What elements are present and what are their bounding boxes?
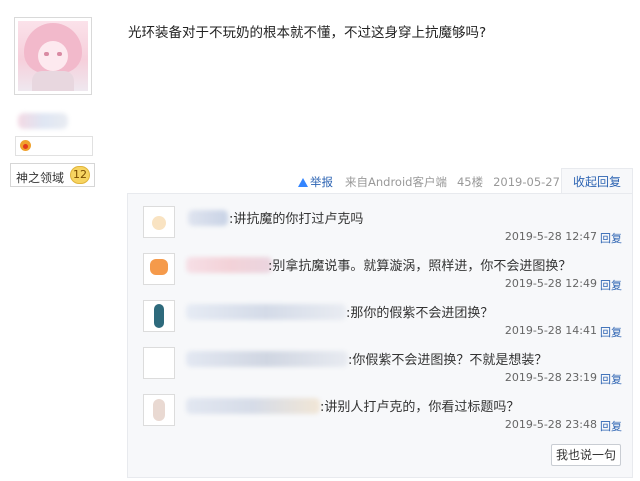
reply-text: :别拿抗魔说事。就算漩涡，照样进，你不会进图换？ <box>268 259 572 274</box>
blurred-username <box>186 257 272 273</box>
blurred-username <box>186 304 346 320</box>
user-panel: 神之领域 12 <box>0 0 100 481</box>
reply-text: :讲别人打卢克的，你看过标题吗？ <box>320 400 520 415</box>
reply-text: :你假紫不会进图换？不就是想装？ <box>348 353 548 368</box>
reply-avatar[interactable] <box>143 394 175 426</box>
avatar-image <box>18 21 88 91</box>
list-item: :别拿抗魔说事。就算漩涡，照样进，你不会进图换？ 2019-5-28 12:49… <box>128 241 634 292</box>
reply-link[interactable]: 回复 <box>600 418 622 434</box>
post-meta: 举报 来自Android客户端 45楼 2019-05-27 20:49 <box>298 174 597 189</box>
client-source: 来自Android客户端 <box>345 175 447 189</box>
reply-time: 2019-5-28 23:48 <box>504 418 597 431</box>
floor-number: 45楼 <box>456 175 484 189</box>
report-link[interactable]: 举报 <box>310 175 333 189</box>
reply-text: :那你的假紫不会进团换？ <box>346 306 494 321</box>
add-comment-button[interactable]: 我也说一句 <box>551 444 621 466</box>
reply-text: :讲抗魔的你打过卢克吗 <box>229 212 364 227</box>
user-badge-row <box>15 136 93 156</box>
reply-avatar[interactable] <box>143 253 175 285</box>
list-item: :讲别人打卢克的，你看过标题吗？ 2019-5-28 23:48 回复 <box>128 382 634 433</box>
warning-icon <box>298 178 308 187</box>
list-item: :讲抗魔的你打过卢克吗 2019-5-28 12:47 回复 <box>128 194 634 245</box>
user-avatar[interactable] <box>14 17 92 95</box>
blurred-username <box>18 113 68 129</box>
blurred-username <box>186 398 320 414</box>
blurred-username <box>186 351 348 367</box>
level-title: 神之领域 <box>16 171 65 185</box>
blurred-username <box>188 210 228 226</box>
reply-list: :讲抗魔的你打过卢克吗 2019-5-28 12:47 回复 :别拿抗魔说事。就… <box>127 193 633 478</box>
reply-avatar[interactable] <box>143 347 175 379</box>
list-item: :那你的假紫不会进团换？ 2019-5-28 14:41 回复 <box>128 288 634 339</box>
forum-level-badge[interactable]: 神之领域 12 <box>10 163 95 187</box>
reply-avatar[interactable] <box>143 300 175 332</box>
fold-replies-button[interactable]: 收起回复 <box>561 168 633 194</box>
reply-avatar[interactable] <box>143 206 175 238</box>
fire-badge-icon <box>20 140 31 151</box>
list-item: :你假紫不会进图换？不就是想装？ 2019-5-28 23:19 回复 <box>128 335 634 386</box>
level-number: 12 <box>70 166 90 184</box>
post-content: 光环装备对于不玩奶的根本就不懂，不过这身穿上抗魔够吗? <box>128 25 487 41</box>
